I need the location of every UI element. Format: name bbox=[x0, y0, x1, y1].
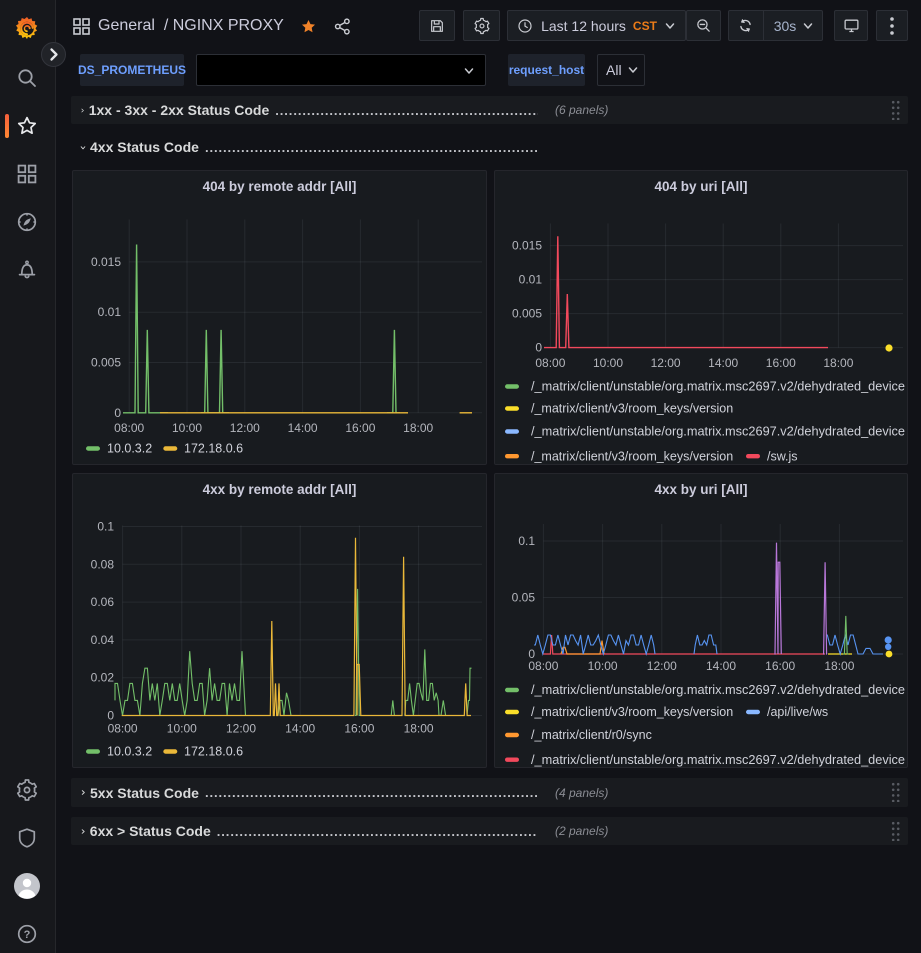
svg-text:/_matrix/client/r0/sync: /_matrix/client/r0/sync bbox=[531, 728, 652, 742]
svg-text:12:00: 12:00 bbox=[226, 721, 256, 735]
svg-text:12:00: 12:00 bbox=[647, 659, 677, 673]
svg-text:172.18.0.6: 172.18.0.6 bbox=[184, 745, 243, 759]
svg-text:/_matrix/client/v3/room_keys/v: /_matrix/client/v3/room_keys/version bbox=[531, 449, 733, 463]
svg-text:18:00: 18:00 bbox=[823, 356, 853, 370]
svg-text:14:00: 14:00 bbox=[708, 356, 738, 370]
svg-text:0.015: 0.015 bbox=[91, 255, 121, 269]
svg-text:/_matrix/client/unstable/org.m: /_matrix/client/unstable/org.matrix.msc2… bbox=[531, 425, 905, 439]
svg-text:0.005: 0.005 bbox=[512, 307, 542, 321]
svg-text:0.1: 0.1 bbox=[518, 534, 535, 548]
svg-text:18:00: 18:00 bbox=[824, 659, 854, 673]
svg-text:/_matrix/client/unstable/org.m: /_matrix/client/unstable/org.matrix.msc2… bbox=[531, 380, 905, 394]
svg-text:12:00: 12:00 bbox=[651, 356, 681, 370]
svg-text:08:00: 08:00 bbox=[114, 421, 144, 435]
svg-text:0.01: 0.01 bbox=[519, 273, 543, 287]
svg-text:12:00: 12:00 bbox=[230, 421, 260, 435]
svg-text:10:00: 10:00 bbox=[167, 721, 197, 735]
svg-text:16:00: 16:00 bbox=[345, 421, 375, 435]
svg-text:0: 0 bbox=[114, 406, 121, 420]
svg-text:10.0.3.2: 10.0.3.2 bbox=[107, 745, 152, 759]
svg-text:0.02: 0.02 bbox=[91, 671, 115, 685]
svg-text:0.1: 0.1 bbox=[97, 520, 114, 534]
svg-text:0.08: 0.08 bbox=[91, 557, 115, 571]
svg-text:08:00: 08:00 bbox=[528, 659, 558, 673]
svg-text:10:00: 10:00 bbox=[588, 659, 618, 673]
svg-text:0.06: 0.06 bbox=[91, 595, 115, 609]
svg-text:0.005: 0.005 bbox=[91, 356, 121, 370]
svg-text:/_matrix/client/unstable/org.m: /_matrix/client/unstable/org.matrix.msc2… bbox=[531, 753, 905, 767]
svg-text:14:00: 14:00 bbox=[706, 659, 736, 673]
svg-text:0.04: 0.04 bbox=[91, 633, 115, 647]
svg-text:172.18.0.6: 172.18.0.6 bbox=[184, 442, 243, 456]
svg-text:0.01: 0.01 bbox=[98, 305, 122, 319]
svg-text:?: ? bbox=[24, 929, 31, 941]
svg-text:08:00: 08:00 bbox=[108, 721, 138, 735]
svg-text:0.015: 0.015 bbox=[512, 239, 542, 253]
svg-text:0: 0 bbox=[535, 341, 542, 355]
svg-text:/sw.js: /sw.js bbox=[767, 449, 798, 463]
svg-text:10:00: 10:00 bbox=[593, 356, 623, 370]
svg-text:/_matrix/client/v3/room_keys/v: /_matrix/client/v3/room_keys/version bbox=[531, 402, 733, 416]
svg-text:18:00: 18:00 bbox=[403, 421, 433, 435]
svg-text:14:00: 14:00 bbox=[285, 721, 315, 735]
svg-text:16:00: 16:00 bbox=[344, 721, 374, 735]
svg-text:18:00: 18:00 bbox=[404, 721, 434, 735]
svg-text:10:00: 10:00 bbox=[172, 421, 202, 435]
svg-text:/api/live/ws: /api/live/ws bbox=[767, 705, 828, 719]
svg-text:16:00: 16:00 bbox=[765, 659, 795, 673]
svg-text:10.0.3.2: 10.0.3.2 bbox=[107, 442, 152, 456]
svg-text:/_matrix/client/unstable/org.m: /_matrix/client/unstable/org.matrix.msc2… bbox=[531, 683, 905, 697]
svg-text:/_matrix/client/v3/room_keys/v: /_matrix/client/v3/room_keys/version bbox=[531, 705, 733, 719]
svg-text:08:00: 08:00 bbox=[535, 356, 565, 370]
svg-text:16:00: 16:00 bbox=[766, 356, 796, 370]
svg-text:14:00: 14:00 bbox=[288, 421, 318, 435]
svg-text:0.05: 0.05 bbox=[512, 591, 536, 605]
